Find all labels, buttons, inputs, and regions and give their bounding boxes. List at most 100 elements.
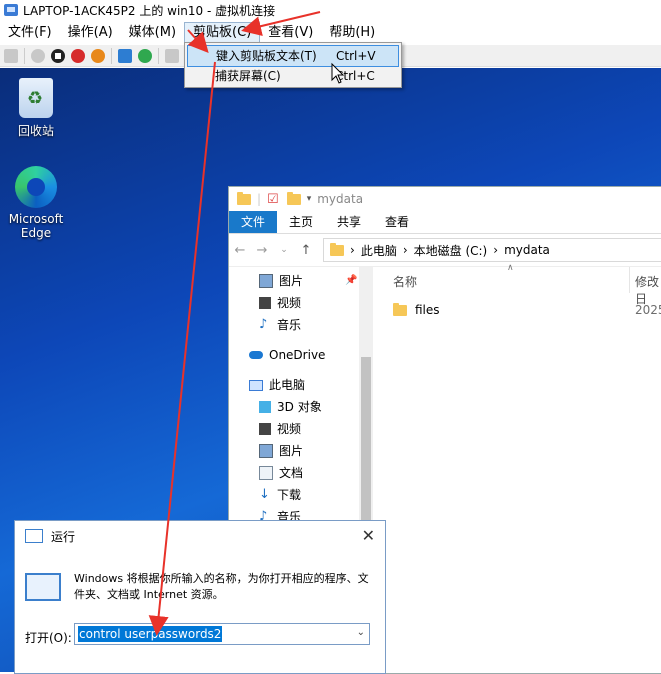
folder-icon — [330, 242, 344, 256]
run-command-input[interactable]: control userpasswords2 ⌄ — [74, 623, 370, 645]
nav-item-videos[interactable]: 视频 — [259, 293, 301, 313]
file-name: files — [415, 303, 440, 317]
tab-share[interactable]: 共享 — [325, 211, 373, 233]
run-program-icon — [25, 573, 61, 601]
run-dialog-title: 运行 — [51, 529, 76, 544]
pictures-icon — [259, 274, 273, 288]
nav-item-label: 图片 — [279, 444, 304, 458]
nav-item-downloads[interactable]: ↓ 下载 — [259, 485, 301, 505]
nav-item-onedrive[interactable]: OneDrive — [249, 345, 325, 365]
nav-item-label: 3D 对象 — [277, 400, 322, 414]
nav-item-pc-pictures[interactable]: 图片 — [259, 441, 303, 461]
onedrive-icon — [249, 351, 263, 359]
close-icon[interactable]: ✕ — [362, 526, 375, 545]
save-state-icon[interactable] — [91, 48, 105, 63]
shutdown-icon[interactable] — [71, 48, 85, 63]
desktop-icon-label: 回收站 — [17, 124, 54, 138]
column-header-modified[interactable]: 修改日 — [635, 273, 661, 307]
reset-icon[interactable] — [138, 48, 152, 63]
title-bar: LAPTOP-1ACK45P2 上的 win10 - 虚拟机连接 — [0, 0, 661, 20]
tab-home[interactable]: 主页 — [277, 211, 325, 233]
run-description: Windows 将根据你所输入的名称，为你打开相应的程序、文件夹、文档或 Int… — [74, 572, 369, 601]
videos-icon — [259, 297, 271, 309]
menu-help[interactable]: 帮助(H) — [321, 22, 383, 43]
nav-item-pictures[interactable]: 图片 📌 — [259, 271, 357, 291]
file-list: ∧ 名称 修改日 files 2025/ — [379, 263, 661, 667]
column-divider — [629, 267, 630, 293]
explorer-title-bar: | ☑ ▾ mydata — [229, 187, 661, 211]
run-dialog-title-bar: 运行 — [15, 521, 385, 551]
nav-item-label: 图片 — [279, 274, 304, 288]
menu-bar: 文件(F) 操作(A) 媒体(M) 剪贴板(C) 查看(V) 帮助(H) — [0, 21, 661, 44]
nav-item-label: 视频 — [277, 422, 302, 436]
up-icon[interactable]: ↑ — [295, 243, 317, 258]
run-command-text: control userpasswords2 — [78, 626, 223, 642]
toolbar-separator — [24, 47, 25, 64]
file-date: 2025/ — [635, 303, 661, 317]
tab-file[interactable]: 文件 — [229, 211, 278, 233]
menu-file[interactable]: 文件(F) — [0, 22, 60, 43]
start-icon[interactable] — [31, 48, 45, 63]
new-folder-icon[interactable] — [286, 191, 301, 205]
folder-icon — [393, 302, 407, 316]
quick-access-dropdown-icon[interactable]: ▾ — [307, 194, 312, 204]
menu-item-type-clipboard-text[interactable]: 键入剪贴板文本(T) Ctrl+V — [187, 45, 399, 67]
menu-action[interactable]: 操作(A) — [60, 22, 121, 43]
pictures-icon — [259, 444, 273, 458]
breadcrumb-separator: › — [402, 243, 408, 257]
nav-item-this-pc[interactable]: 此电脑 — [249, 375, 305, 395]
documents-icon — [259, 466, 273, 480]
download-icon: ↓ — [259, 487, 270, 502]
turn-off-icon[interactable] — [51, 48, 65, 63]
menu-media[interactable]: 媒体(M) — [121, 22, 184, 43]
checkpoint-icon[interactable] — [165, 48, 179, 63]
desktop-icon-label: Microsoft Edge — [8, 212, 64, 240]
recent-chevron-icon[interactable]: ⌄ — [273, 245, 295, 255]
recycle-bin-icon — [19, 78, 53, 118]
tab-view[interactable]: 查看 — [373, 211, 421, 233]
desktop-icon-edge[interactable]: Microsoft Edge — [6, 166, 66, 240]
nav-item-label: 文档 — [279, 466, 304, 480]
nav-item-label: 下载 — [277, 488, 302, 502]
nav-item-pc-videos[interactable]: 视频 — [259, 419, 301, 439]
pin-icon: 📌 — [345, 275, 358, 286]
computer-icon — [249, 379, 263, 391]
back-icon[interactable]: ← — [229, 243, 251, 258]
videos-icon — [259, 423, 271, 435]
sort-chevron-icon: ∧ — [507, 263, 514, 273]
properties-icon[interactable]: ☑ — [267, 192, 279, 207]
nav-item-documents[interactable]: 文档 — [259, 463, 303, 483]
menu-clipboard[interactable]: 剪贴板(C) — [184, 22, 261, 43]
nav-item-music[interactable]: ♪ 音乐 — [259, 315, 301, 335]
toolbar-separator — [158, 47, 159, 64]
folder-icon — [237, 191, 251, 205]
forward-icon[interactable]: → — [251, 243, 273, 258]
breadcrumb-local-disk[interactable]: 本地磁盘 (C:) — [414, 242, 488, 259]
breadcrumb[interactable]: › 此电脑 › 本地磁盘 (C:) › mydata — [323, 238, 661, 262]
run-icon — [25, 529, 43, 543]
pause-icon[interactable] — [118, 48, 132, 63]
vm-connect-icon — [4, 4, 18, 16]
nav-item-label: 音乐 — [277, 318, 302, 332]
music-icon: ♪ — [259, 317, 268, 332]
breadcrumb-separator: › — [493, 243, 499, 257]
menu-view[interactable]: 查看(V) — [260, 22, 321, 43]
run-dialog: 运行 ✕ Windows 将根据你所输入的名称，为你打开相应的程序、文件夹、文档… — [14, 520, 386, 674]
list-item[interactable]: files — [393, 302, 440, 317]
menu-item-shortcut: Ctrl+C — [335, 69, 375, 83]
address-row: ← → ⌄ ↑ › 此电脑 › 本地磁盘 (C:) › mydata — [229, 234, 661, 267]
breadcrumb-separator: › — [350, 243, 355, 257]
breadcrumb-this-pc[interactable]: 此电脑 — [361, 242, 397, 259]
3d-objects-icon — [259, 401, 271, 413]
nav-item-label: OneDrive — [269, 348, 326, 362]
chevron-down-icon[interactable]: ⌄ — [357, 627, 365, 638]
menu-item-capture-screen[interactable]: 捕获屏幕(C) Ctrl+C — [187, 66, 397, 86]
nav-item-3d-objects[interactable]: 3D 对象 — [259, 397, 322, 417]
toolbar-separator — [111, 47, 112, 64]
column-header-name[interactable]: 名称 — [393, 273, 417, 290]
breadcrumb-mydata[interactable]: mydata — [504, 243, 550, 257]
ribbon-tabs: 文件 主页 共享 查看 — [229, 211, 661, 234]
desktop-icon-recycle-bin[interactable]: 回收站 — [6, 78, 66, 139]
window-title: LAPTOP-1ACK45P2 上的 win10 - 虚拟机连接 — [23, 3, 276, 18]
ctrl-alt-del-icon[interactable] — [4, 48, 18, 63]
